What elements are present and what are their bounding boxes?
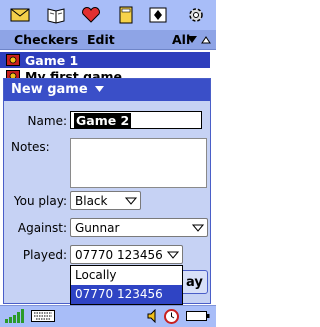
chevron-down-icon	[125, 197, 137, 205]
menu-bar: Checkers Edit All	[0, 30, 216, 50]
played-dropdown-list: Locally 07770 123456	[70, 265, 183, 305]
keyboard-icon[interactable]	[31, 309, 55, 323]
new-game-dialog: New game Name: Game 2 Notes: You play: B…	[3, 78, 211, 305]
scroll-up-icon[interactable]	[200, 34, 212, 46]
cards-icon[interactable]	[148, 5, 168, 25]
against-select[interactable]: Gunnar	[70, 218, 208, 237]
notes-label: Notes:	[11, 140, 50, 154]
against-label: Against:	[17, 221, 67, 235]
menu-edit[interactable]: Edit	[87, 32, 115, 47]
clock-icon[interactable]	[164, 309, 179, 324]
envelope-icon[interactable]	[10, 5, 30, 25]
chevron-down-icon	[167, 251, 179, 259]
list-item[interactable]: My first game	[6, 69, 122, 78]
gear-icon[interactable]	[186, 5, 206, 25]
list-item[interactable]: Game 1	[6, 52, 79, 68]
book-icon[interactable]	[46, 5, 66, 25]
dropdown-option[interactable]: Locally	[71, 266, 182, 285]
chevron-down-icon	[95, 86, 105, 92]
name-label: Name:	[27, 114, 67, 128]
menu-checkers[interactable]: Checkers	[14, 32, 78, 47]
you-play-select[interactable]: Black	[70, 191, 141, 210]
chevron-down-icon[interactable]	[187, 36, 197, 44]
played-label: Played:	[22, 248, 67, 262]
name-value: Game 2	[74, 113, 132, 128]
heart-icon[interactable]	[81, 5, 101, 25]
dialog-title[interactable]: New game	[4, 79, 210, 101]
signal-icon	[5, 309, 24, 323]
game-icon	[6, 70, 20, 78]
game-name: Game 1	[25, 52, 79, 68]
status-bar	[0, 305, 216, 327]
dropdown-option-selected[interactable]: 07770 123456	[71, 285, 182, 304]
you-play-label: You play:	[13, 194, 67, 208]
game-list: Game 1 My first game	[0, 50, 216, 78]
game-icon	[6, 54, 20, 66]
game-name: My first game	[25, 68, 123, 79]
chevron-down-icon	[192, 224, 204, 232]
played-select[interactable]: 07770 123456	[70, 245, 183, 264]
speaker-icon[interactable]	[147, 309, 159, 323]
name-field[interactable]: Game 2	[70, 111, 202, 129]
launcher-bar	[0, 0, 216, 30]
notes-field[interactable]	[70, 138, 207, 188]
battery-icon	[186, 311, 210, 321]
note-icon[interactable]	[116, 5, 136, 25]
